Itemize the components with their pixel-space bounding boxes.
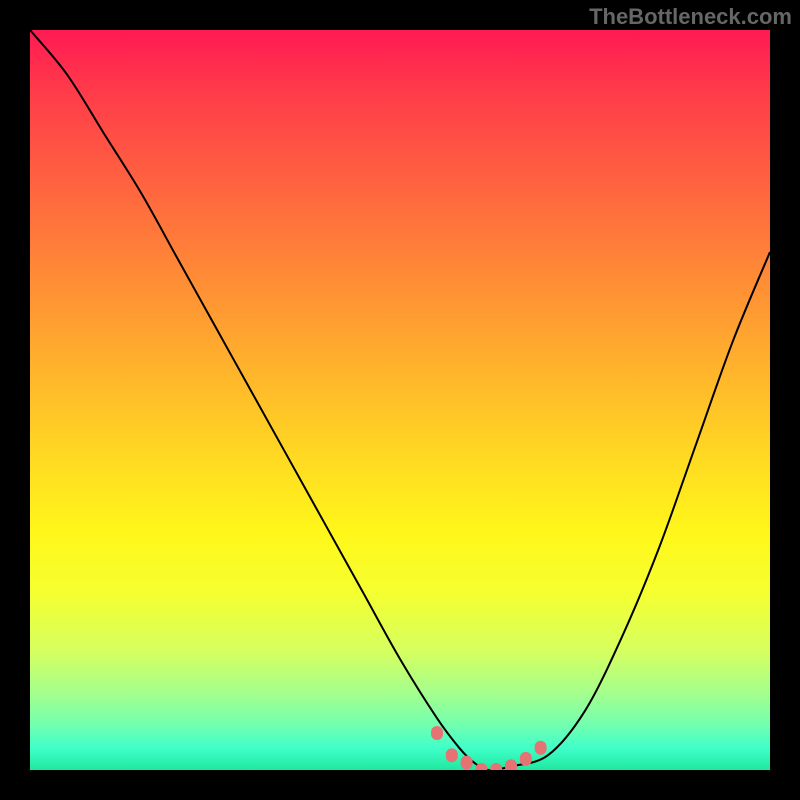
watermark-text: TheBottleneck.com — [589, 4, 792, 30]
optimal-markers — [30, 30, 770, 770]
